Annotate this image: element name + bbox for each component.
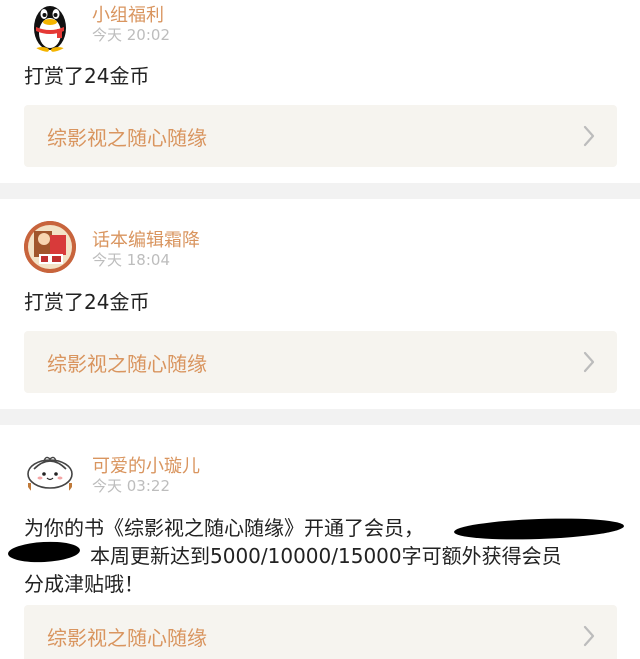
- notification-card: 小组福利 今天 20:02 打赏了24金币 综影视之随心随缘: [0, 0, 640, 183]
- book-link-card[interactable]: 综影视之随心随缘: [24, 331, 617, 393]
- message-line: 分成津贴哦！: [24, 572, 144, 596]
- chevron-right-icon: [583, 351, 595, 373]
- message-text: 打赏了24金币: [24, 64, 150, 88]
- book-title: 综影视之随心随缘: [47, 352, 207, 376]
- book-link-card[interactable]: 综影视之随心随缘: [24, 605, 617, 659]
- message-line: 本周更新达到5000/10000/15000字可额外获得会员: [90, 544, 562, 568]
- message-text: 打赏了24金币: [24, 290, 150, 314]
- notification-card: 话本编辑霜降 今天 18:04 打赏了24金币 综影视之随心随缘: [0, 199, 640, 409]
- card-separator: [0, 183, 640, 199]
- editor-avatar-icon: [24, 221, 76, 273]
- card-separator: [0, 409, 640, 425]
- notification-feed: 小组福利 今天 20:02 打赏了24金币 综影视之随心随缘 话本编辑霜降 今天…: [0, 0, 640, 659]
- book-title: 综影视之随心随缘: [47, 626, 207, 650]
- cartoon-bun-icon: [27, 456, 73, 495]
- notification-card: 可爱的小璇儿 今天 03:22 为你的书《综影视之随心随缘》开通了会员， 本周更…: [0, 425, 640, 659]
- qq-penguin-icon: [34, 6, 66, 52]
- timestamp: 今天 20:02: [92, 26, 170, 44]
- book-title: 综影视之随心随缘: [47, 126, 207, 150]
- avatar[interactable]: [24, 0, 76, 52]
- avatar[interactable]: [24, 221, 76, 273]
- chevron-right-icon: [583, 625, 595, 647]
- chevron-right-icon: [583, 125, 595, 147]
- timestamp: 今天 18:04: [92, 251, 170, 269]
- avatar[interactable]: [24, 447, 76, 499]
- timestamp: 今天 03:22: [92, 477, 170, 495]
- book-link-card[interactable]: 综影视之随心随缘: [24, 105, 617, 167]
